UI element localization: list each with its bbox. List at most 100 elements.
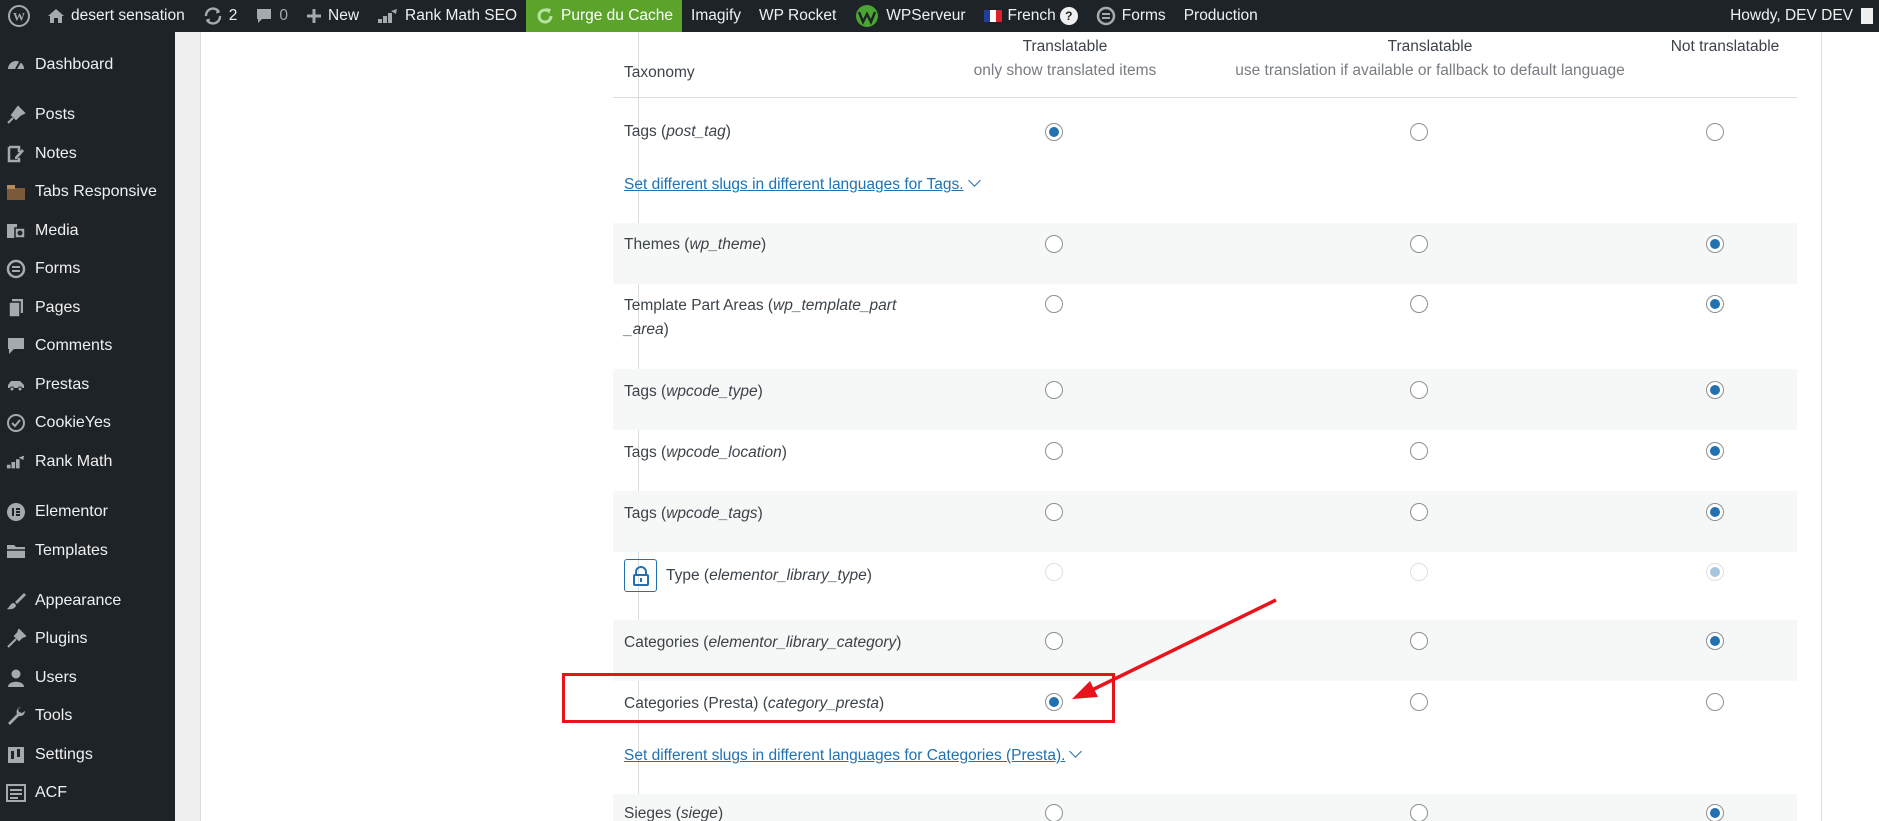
new-content-menu[interactable]: New [297,0,368,32]
taxonomy-label: Sieges (siege) [624,805,724,821]
sidebar-item-settings[interactable]: Settings [0,737,175,773]
sidebar-label: Appearance [35,592,122,609]
purge-cache-button[interactable]: Purge du Cache [526,0,683,32]
cookieyes-icon [6,413,26,433]
radio-translatable-strict[interactable] [1045,123,1063,141]
updates-count: 2 [228,7,238,24]
radio-translatable-fallback[interactable] [1410,381,1428,399]
language-switcher[interactable]: French ? [975,0,1087,32]
sidebar-item-appearance[interactable]: Appearance [0,583,175,619]
sidebar-item-forms[interactable]: Forms [0,251,175,287]
radio-not-translatable[interactable] [1706,804,1724,821]
imagify-label: Imagify [691,7,742,24]
table-row: Categories (elementor_library_category) [613,620,1797,681]
sidebar-item-media[interactable]: Media [0,213,175,249]
slug-languages-link[interactable]: Set different slugs in different languag… [624,745,1083,765]
header-subtitle: use translation if available or fallback… [1235,62,1625,79]
production-label: Production [1183,7,1258,24]
radio-translatable-strict[interactable] [1045,442,1063,460]
header-title: Translatable [1022,38,1108,55]
production-indicator[interactable]: Production [1175,0,1267,32]
taxonomy-label: Type (elementor_library_type) [666,567,872,584]
sidebar-item-plugins[interactable]: Plugins [0,621,175,657]
site-name: desert sensation [71,7,185,24]
radio-translatable-strict[interactable] [1045,235,1063,253]
header-translatable-fallback: Translatable use translation if availabl… [1195,35,1665,83]
radio-not-translatable[interactable] [1706,503,1724,521]
header-subtitle: only show translated items [973,62,1157,79]
radio-translatable-strict[interactable] [1045,381,1063,399]
my-account-menu[interactable]: Howdy, DEV DEV [1730,0,1879,32]
radio-translatable-strict[interactable] [1045,295,1063,313]
wordpress-logo-menu[interactable]: W [0,0,38,32]
sidebar-item-acf[interactable]: ACF [0,775,175,811]
radio-not-translatable[interactable] [1706,693,1724,711]
sidebar-item-tabs-responsive[interactable]: Tabs Responsive [0,174,175,210]
radio-translatable-strict[interactable] [1045,632,1063,650]
updates-menu[interactable]: 2 [194,0,247,32]
site-name-menu[interactable]: desert sensation [38,0,194,32]
radio-translatable-fallback[interactable] [1410,503,1428,521]
rankmath-label: Rank Math SEO [405,7,518,24]
sidebar-label: CookieYes [35,414,111,431]
sidebar-label: Media [35,222,79,239]
rankmath-seo-menu[interactable]: Rank Math SEO [368,0,526,32]
wpserveur-menu[interactable]: WPServeur [845,0,974,32]
radio-translatable-strict[interactable] [1045,804,1063,821]
forms-icon [1096,6,1116,26]
pin-icon [6,105,26,125]
sidebar-label: Comments [35,337,113,354]
sidebar-item-pages[interactable]: Pages [0,290,175,326]
table-row: Template Part Areas (wp_template_part _a… [613,284,1797,369]
annotation-highlight-box [562,673,1115,723]
rankmath-icon [377,8,399,24]
sidebar-item-templates[interactable]: Templates [0,533,175,569]
forms-menu[interactable]: Forms [1087,0,1175,32]
imagify-menu[interactable]: Imagify [682,0,750,32]
sidebar-item-posts[interactable]: Posts [0,97,175,133]
sidebar-label: Users [35,669,77,686]
sidebar-item-cookieyes[interactable]: CookieYes [0,405,175,441]
wprocket-menu[interactable]: WP Rocket [750,0,845,32]
car-icon [6,375,26,395]
radio-not-translatable[interactable] [1706,123,1724,141]
sidebar-item-users[interactable]: Users [0,660,175,696]
comments-menu[interactable]: 0 [246,0,297,32]
radio-not-translatable[interactable] [1706,235,1724,253]
sidebar-item-rank-math[interactable]: Rank Math [0,444,175,480]
sidebar-item-tools[interactable]: Tools [0,698,175,734]
radio-translatable-fallback[interactable] [1410,693,1428,711]
header-title: Translatable [1387,38,1473,55]
taxonomy-label: Tags (wpcode_type) [624,383,763,400]
sidebar-item-dashboard[interactable]: Dashboard [0,47,175,83]
radio-translatable-fallback [1410,563,1428,581]
sidebar-item-comments[interactable]: Comments [0,328,175,364]
sidebar-item-prestas[interactable]: Prestas [0,367,175,403]
sidebar-label: Notes [35,145,77,162]
radio-translatable-fallback[interactable] [1410,804,1428,821]
radio-translatable-strict[interactable] [1045,503,1063,521]
sidebar-label: Dashboard [35,56,114,73]
radio-not-translatable[interactable] [1706,295,1724,313]
table-row: Tags (wpcode_location) [613,430,1797,491]
radio-not-translatable[interactable] [1706,442,1724,460]
slug-languages-link[interactable]: Set different slugs in different languag… [624,174,981,194]
note-icon [6,144,26,164]
comments-count: 0 [279,7,288,24]
sidebar-item-elementor[interactable]: Elementor [0,494,175,530]
update-icon [203,7,223,25]
comments-icon [6,336,26,356]
radio-translatable-fallback[interactable] [1410,235,1428,253]
sidebar-label: Pages [35,299,81,316]
radio-translatable-fallback[interactable] [1410,295,1428,313]
header-not-translatable: Not translatable [1653,35,1797,59]
user-icon [6,668,26,688]
help-icon: ? [1059,7,1078,25]
sidebar-label: Posts [35,106,76,123]
sidebar-item-notes[interactable]: Notes [0,136,175,172]
radio-not-translatable[interactable] [1706,381,1724,399]
radio-translatable-fallback[interactable] [1410,123,1428,141]
radio-translatable-fallback[interactable] [1410,442,1428,460]
radio-not-translatable[interactable] [1706,632,1724,650]
radio-translatable-fallback[interactable] [1410,632,1428,650]
